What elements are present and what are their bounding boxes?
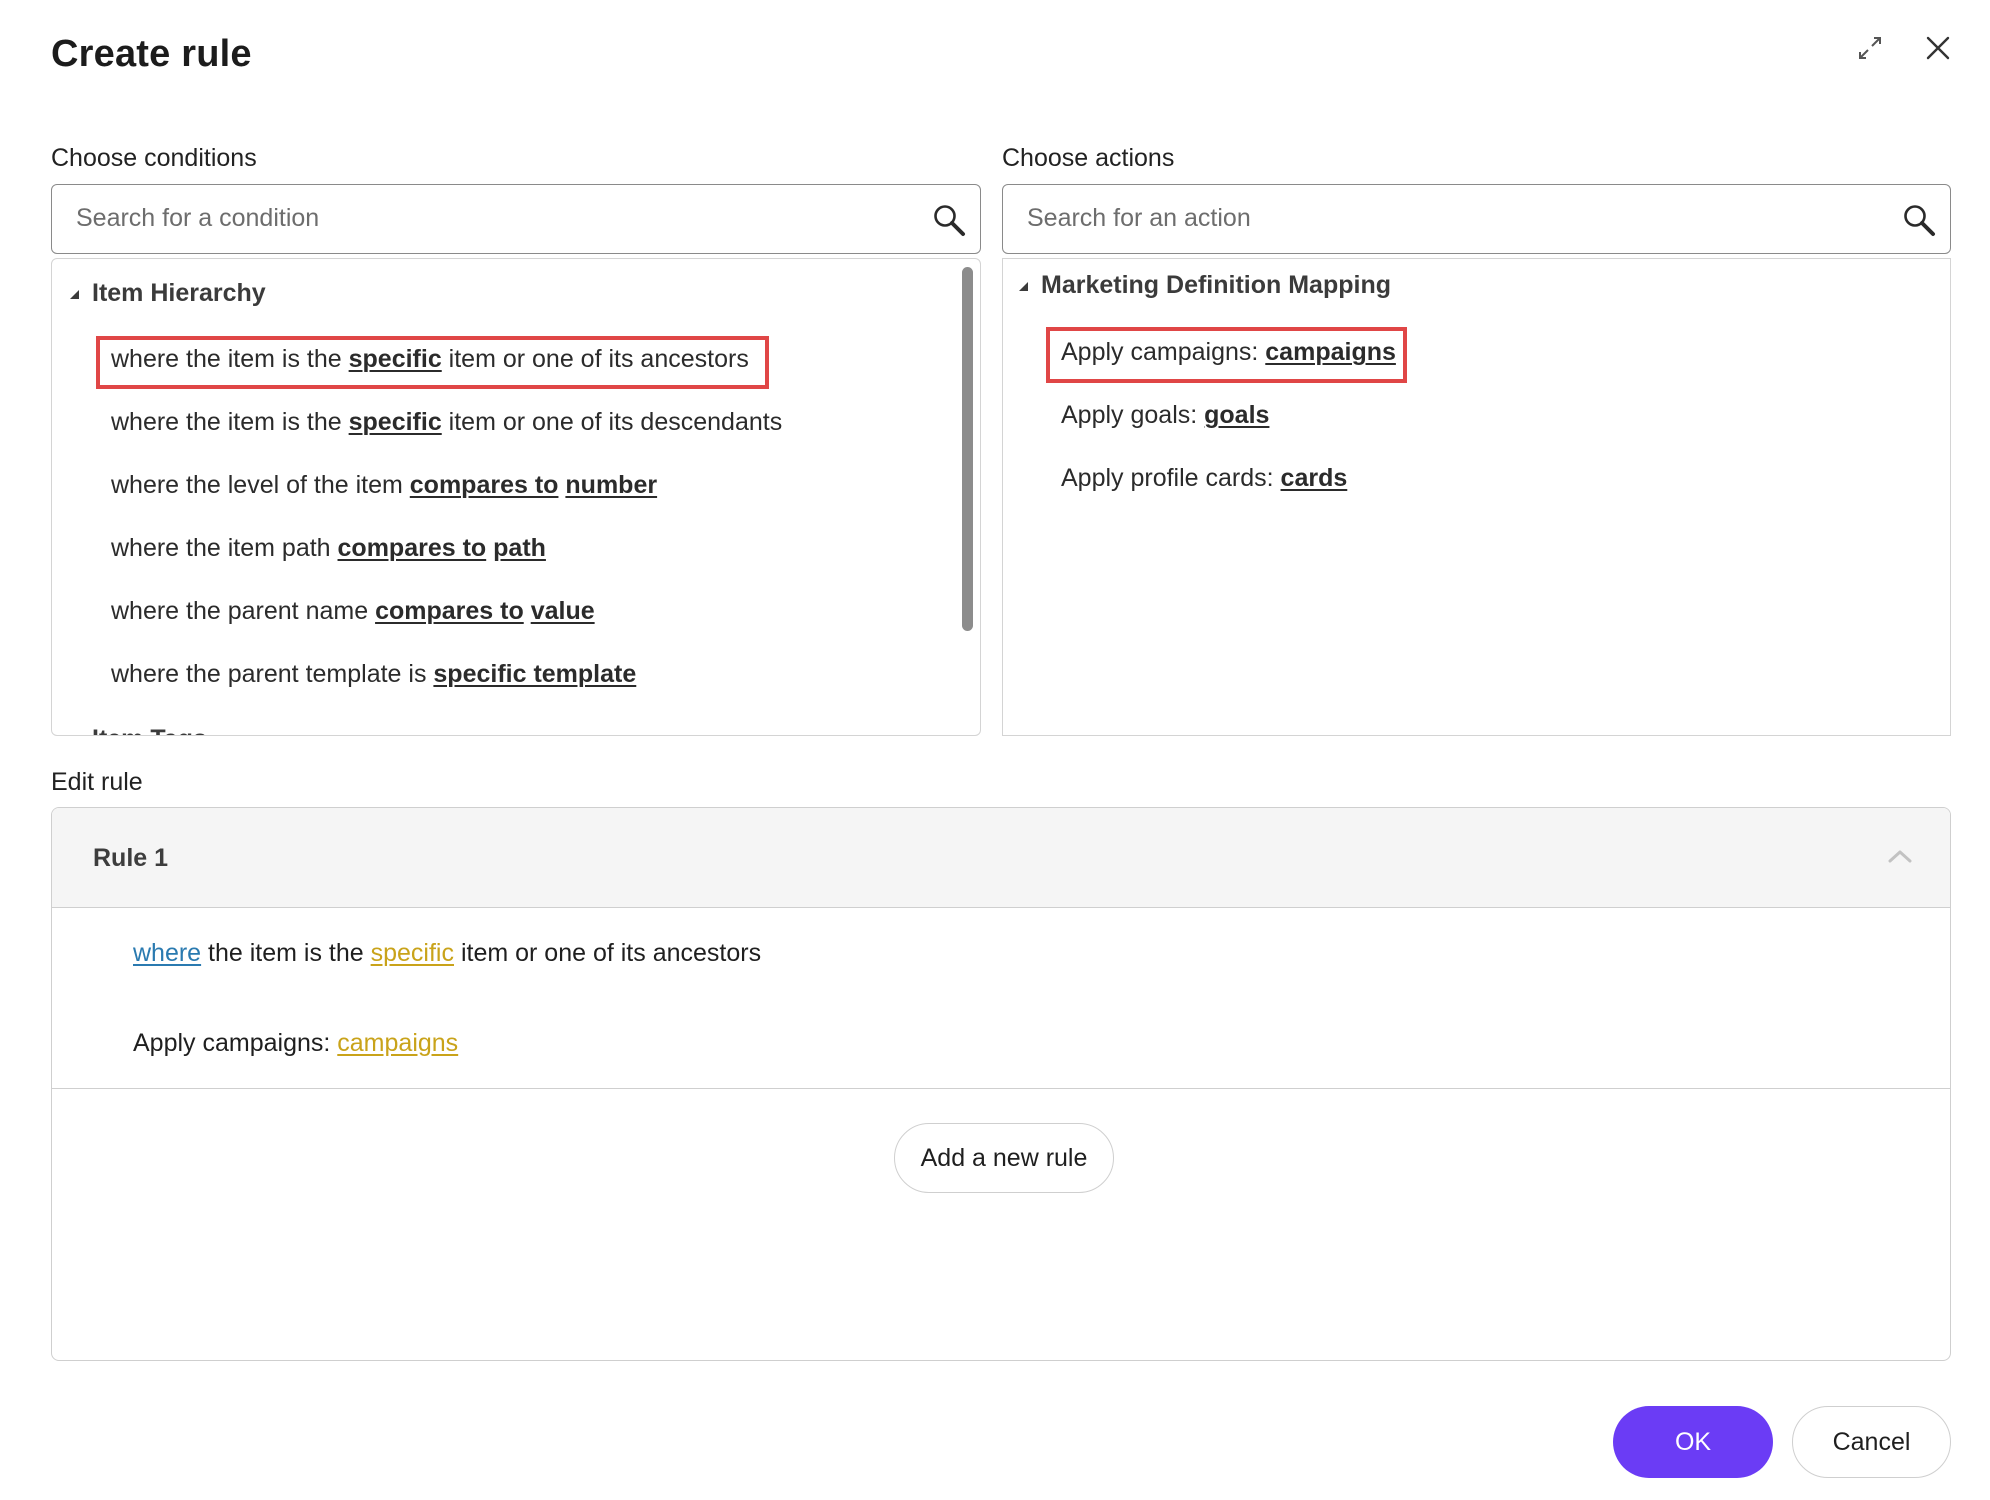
condition-item[interactable]: where the parent name compares to value [111,597,595,626]
collapse-triangle-icon[interactable] [70,290,79,299]
close-icon[interactable] [1920,30,1956,66]
rule-title: Rule 1 [93,844,169,872]
condition-item[interactable]: where the level of the item compares to … [111,471,657,500]
collapse-triangle-icon[interactable] [1019,282,1028,291]
scrollbar-thumb[interactable] [962,267,973,631]
expand-icon[interactable] [1852,30,1888,66]
tree-group-item-tags[interactable]: Item Tags [70,725,207,735]
rule-condition: where the item is the specific item or o… [133,939,762,967]
rule-panel: Rule 1 where the item is the specific it… [51,807,1951,1361]
condition-item[interactable]: where the parent template is specific te… [111,660,636,689]
actions-tree: Marketing Definition Mapping Apply campa… [1002,258,1951,736]
condition-item[interactable]: where the item path compares to path [111,534,546,563]
search-icon[interactable] [1902,203,1936,237]
cancel-button[interactable]: Cancel [1792,1406,1951,1478]
chevron-up-icon[interactable] [1886,846,1914,866]
edit-rule-label: Edit rule [51,768,143,796]
conditions-tree: Item Hierarchy where the item is the spe… [51,258,981,736]
conditions-label: Choose conditions [51,144,257,172]
group-label: Marketing Definition Mapping [1041,271,1391,299]
group-label: Item Hierarchy [92,279,266,307]
actions-label: Choose actions [1002,144,1175,172]
tree-group-marketing[interactable]: Marketing Definition Mapping [1019,271,1391,300]
rule-body: where the item is the specific item or o… [52,908,1950,1089]
condition-item[interactable]: where the item is the specific item or o… [111,345,749,374]
action-item[interactable]: Apply campaigns: campaigns [1061,338,1396,367]
action-search-box [1002,184,1951,254]
tree-group-item-hierarchy[interactable]: Item Hierarchy [70,279,266,308]
add-new-rule-button[interactable]: Add a new rule [894,1123,1114,1193]
action-search-input[interactable] [1027,185,1884,251]
condition-item[interactable]: where the item is the specific item or o… [111,408,782,437]
rule-action-campaigns-link[interactable]: campaigns [337,1029,458,1057]
rule-header[interactable]: Rule 1 [52,808,1950,908]
action-item[interactable]: Apply goals: goals [1061,401,1269,430]
condition-search-input[interactable] [76,185,914,251]
dialog-title: Create rule [51,33,252,75]
ok-button[interactable]: OK [1613,1406,1773,1478]
action-item[interactable]: Apply profile cards: cards [1061,464,1347,493]
condition-search-box [51,184,981,254]
search-icon[interactable] [932,203,966,237]
rule-condition-where-link[interactable]: where [133,939,201,967]
group-label: Item Tags [92,725,207,735]
rule-condition-specific-link[interactable]: specific [371,939,454,967]
rule-action: Apply campaigns: campaigns [133,1029,459,1057]
